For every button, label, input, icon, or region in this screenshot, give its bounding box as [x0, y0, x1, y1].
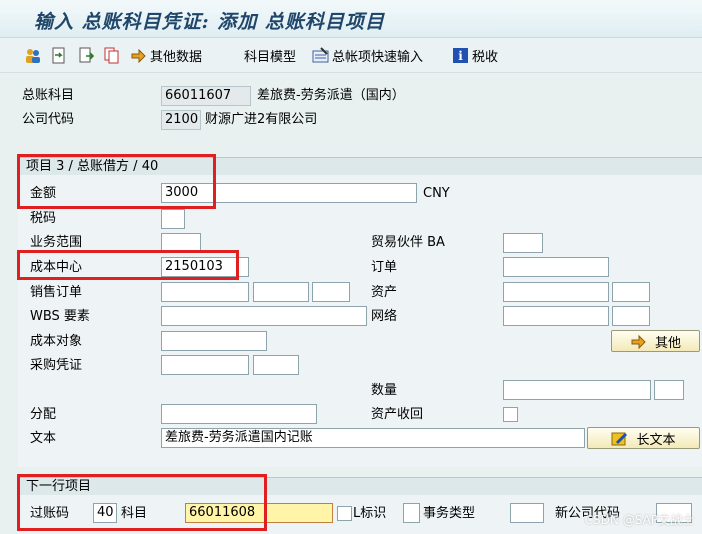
amount-input[interactable]: 3000 [161, 183, 417, 203]
copy-document-icon [103, 47, 120, 64]
account-model-label: 科目模型 [244, 49, 297, 65]
document-swap-icon [50, 47, 67, 64]
sales-order-input[interactable] [161, 282, 249, 302]
document-swap-button[interactable] [50, 44, 67, 66]
tax-code-input[interactable] [161, 209, 185, 229]
quantity-label: 数量 [371, 383, 398, 398]
document-arrow-icon [78, 47, 95, 64]
amount-label: 金额 [30, 186, 57, 201]
tax-code-label: 税码 [30, 211, 57, 226]
tax-label: 税收 [472, 49, 499, 65]
asset-label: 资产 [371, 285, 398, 300]
sgl-indicator-field[interactable] [337, 506, 352, 521]
cost-object-input[interactable] [161, 331, 267, 351]
posting-key-input[interactable]: 40 [93, 503, 117, 523]
network-input[interactable] [503, 306, 609, 326]
arrow-hand-icon [630, 333, 647, 350]
order-label: 订单 [371, 260, 398, 275]
gl-fast-entry-label: 总帐项快速输入 [332, 49, 424, 65]
transaction-type-field[interactable] [403, 503, 420, 523]
text-input[interactable]: 差旅费-劳务派遣国内记账 [161, 428, 585, 448]
account-label: 科目 [121, 506, 148, 521]
gl-fast-entry-button[interactable]: 总帐项快速输入 [312, 44, 423, 66]
fast-entry-icon [312, 46, 329, 64]
other-data-button[interactable]: 其他数据 [130, 44, 202, 66]
purchasing-doc-input[interactable] [161, 355, 249, 375]
transaction-type-label: 事务类型 [423, 506, 476, 521]
more-button[interactable]: 其他 [611, 330, 700, 352]
gl-account-description: 差旅费-劳务派遣（国内） [257, 88, 405, 103]
business-area-label: 业务范围 [30, 235, 83, 250]
page-title: 输入 总账科目凭证: 添加 总账科目项目 [34, 11, 385, 33]
quantity-input[interactable] [503, 380, 651, 400]
cost-center-label: 成本中心 [30, 260, 83, 275]
arrow-hand-icon [130, 47, 147, 64]
sales-order-item-input[interactable] [253, 282, 309, 302]
company-code-field: 2100 [161, 110, 201, 130]
order-input[interactable] [503, 257, 609, 277]
asset-retirement-label: 资产收回 [371, 407, 424, 422]
other-data-label: 其他数据 [150, 49, 203, 65]
network-activity-input[interactable] [612, 306, 650, 326]
posting-key-label: 过账码 [30, 506, 70, 521]
wbs-element-input[interactable] [161, 306, 367, 326]
company-name: 财源广进2有限公司 [205, 112, 318, 127]
document-arrow-button[interactable] [78, 44, 95, 66]
purchasing-doc-item-input[interactable] [253, 355, 299, 375]
purchasing-doc-label: 采购凭证 [30, 358, 83, 373]
trading-partner-label: 贸易伙伴 BA [371, 235, 445, 250]
cost-center-input[interactable]: 2150103 [161, 257, 249, 277]
tax-button[interactable]: i 税收 [452, 44, 498, 66]
sales-order-schedule-input[interactable] [312, 282, 350, 302]
sales-order-label: 销售订单 [30, 285, 83, 300]
wbs-element-label: WBS 要素 [30, 309, 90, 324]
watermark: CSDN @SAP文战士 [584, 513, 694, 527]
gl-account-field: 66011607 [161, 86, 251, 106]
account-input[interactable]: 66011608 [185, 503, 333, 523]
network-label: 网络 [371, 309, 398, 324]
quantity-unit-input[interactable] [654, 380, 684, 400]
asset-subnumber-input[interactable] [612, 282, 650, 302]
text-label: 文本 [30, 431, 57, 446]
long-text-label: 长文本 [636, 432, 676, 448]
sgl-indicator-label: L标识 [353, 506, 387, 521]
more-button-label: 其他 [654, 335, 681, 351]
assignment-input[interactable] [161, 404, 317, 424]
company-code-label: 公司代码 [22, 112, 75, 127]
trading-partner-input[interactable] [503, 233, 543, 253]
svg-text:i: i [458, 49, 463, 63]
asset-input[interactable] [503, 282, 609, 302]
business-area-input[interactable] [161, 233, 201, 253]
long-text-button[interactable]: 长文本 [587, 427, 700, 449]
transaction-type-input[interactable] [510, 503, 544, 523]
people-icon [24, 47, 41, 64]
people-icon-button[interactable] [24, 44, 41, 66]
cost-object-label: 成本对象 [30, 334, 83, 349]
account-model-button[interactable]: 科目模型 [244, 44, 296, 66]
copy-document-button[interactable] [103, 44, 120, 66]
asset-retirement-checkbox[interactable] [503, 407, 518, 422]
info-icon: i [452, 47, 469, 64]
gl-account-label: 总账科目 [22, 88, 75, 103]
edit-pencil-icon [611, 430, 628, 447]
currency-label: CNY [423, 186, 450, 201]
assignment-label: 分配 [30, 407, 57, 422]
item-section-heading: 项目 3 / 总账借方 / 40 [18, 157, 702, 175]
next-line-heading: 下一行项目 [18, 477, 702, 495]
